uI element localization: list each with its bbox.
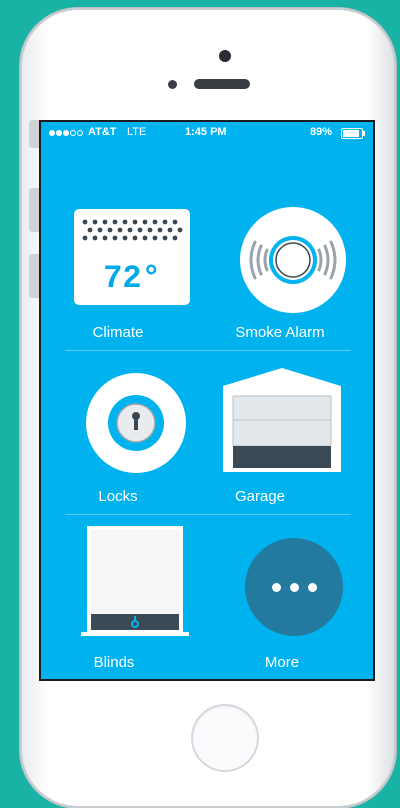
home-button[interactable] <box>191 704 259 772</box>
locks-label: Locks <box>98 488 138 505</box>
divider <box>65 514 351 515</box>
front-camera <box>219 50 231 62</box>
tile-locks[interactable]: Locks <box>45 372 191 522</box>
signal-strength-icon <box>49 130 83 136</box>
thermostat-temperature: 72° <box>103 260 161 297</box>
status-bar: AT&T LTE 1:45 PM 89% <box>41 122 373 146</box>
battery-fill <box>343 130 360 137</box>
more-label: More <box>264 654 300 671</box>
blinds-icon <box>81 526 189 636</box>
app-screen: AT&T LTE 1:45 PM 89% 72° Climate Smoke A… <box>39 120 375 681</box>
tile-climate[interactable]: 72° Climate <box>45 208 191 358</box>
tile-garage[interactable]: Garage <box>187 368 341 518</box>
proximity-sensor <box>168 80 177 89</box>
more-dots-icon <box>245 538 343 636</box>
divider <box>65 350 351 351</box>
tile-smoke-alarm[interactable]: Smoke Alarm <box>207 206 353 356</box>
garage-label: Garage <box>234 488 286 505</box>
tile-blinds[interactable]: Blinds <box>41 526 189 676</box>
smoke-alarm-label: Smoke Alarm <box>235 324 325 341</box>
thermostat-icon: 72° <box>74 209 190 305</box>
network-type: LTE <box>127 126 147 138</box>
tile-more[interactable]: More <box>209 522 355 672</box>
battery-percent: 89% <box>310 126 333 138</box>
lock-icon <box>86 373 186 473</box>
garage-door-icon <box>223 368 341 472</box>
earpiece-speaker <box>194 79 250 89</box>
carrier-name: AT&T <box>88 126 117 138</box>
smoke-alarm-icon <box>240 207 346 313</box>
clock: 1:45 PM <box>185 126 227 138</box>
climate-label: Climate <box>92 324 144 341</box>
blinds-label: Blinds <box>93 654 135 671</box>
battery-icon <box>341 128 365 139</box>
